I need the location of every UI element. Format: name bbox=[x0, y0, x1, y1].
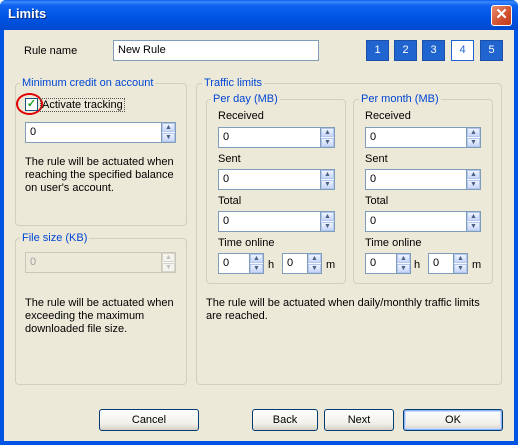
month-minutes-unit: m bbox=[472, 259, 482, 271]
arrow-up-icon[interactable]: ▲ bbox=[397, 254, 410, 263]
minimum-credit-legend: Minimum credit on account bbox=[20, 77, 156, 89]
arrow-up-icon[interactable]: ▲ bbox=[467, 212, 480, 221]
arrow-down-icon[interactable]: ▼ bbox=[467, 138, 480, 147]
month-received-spinner[interactable]: ▲ ▼ bbox=[466, 127, 481, 148]
arrow-up-icon[interactable]: ▲ bbox=[321, 212, 334, 221]
page-3-button[interactable]: 3 bbox=[422, 40, 445, 61]
file-size-legend: File size (KB) bbox=[20, 232, 90, 244]
day-hours-unit: h bbox=[268, 259, 275, 271]
month-sent-input[interactable]: 0 bbox=[365, 169, 467, 190]
ok-button[interactable]: OK bbox=[403, 409, 503, 431]
per-day-legend: Per day (MB) bbox=[211, 93, 280, 105]
file-size-description: The rule will be actuated when exceeding… bbox=[25, 297, 174, 335]
month-received-label: Received bbox=[365, 110, 411, 122]
page-5-button[interactable]: 5 bbox=[480, 40, 503, 61]
traffic-description: The rule will be actuated when daily/mon… bbox=[206, 297, 480, 322]
arrow-down-icon[interactable]: ▼ bbox=[467, 222, 480, 231]
traffic-limits-legend: Traffic limits bbox=[202, 77, 265, 89]
rule-name-label: Rule name bbox=[24, 45, 78, 57]
cancel-button[interactable]: Cancel bbox=[99, 409, 199, 431]
day-total-spinner[interactable]: ▲ ▼ bbox=[320, 211, 335, 232]
day-sent-input[interactable]: 0 bbox=[218, 169, 321, 190]
day-received-label: Received bbox=[218, 110, 264, 122]
day-received-spinner[interactable]: ▲ ▼ bbox=[320, 127, 335, 148]
month-sent-label: Sent bbox=[365, 153, 388, 165]
next-button[interactable]: Next bbox=[324, 409, 394, 431]
month-time-online-label: Time online bbox=[365, 237, 422, 249]
arrow-down-icon[interactable]: ▼ bbox=[250, 264, 263, 273]
arrow-up-icon[interactable]: ▲ bbox=[454, 254, 467, 263]
page-4-button[interactable]: 4 bbox=[451, 40, 474, 61]
rule-name-input[interactable]: New Rule bbox=[113, 40, 319, 61]
back-button[interactable]: Back bbox=[252, 409, 318, 431]
activate-tracking-label[interactable]: Activate tracking bbox=[40, 98, 125, 112]
month-minutes-input[interactable]: 0 bbox=[428, 253, 454, 274]
day-sent-label: Sent bbox=[218, 153, 241, 165]
month-hours-unit: h bbox=[414, 259, 421, 271]
arrow-up-icon[interactable]: ▲ bbox=[467, 128, 480, 137]
arrow-down-icon[interactable]: ▼ bbox=[321, 138, 334, 147]
arrow-up-icon[interactable]: ▲ bbox=[467, 170, 480, 179]
arrow-down-icon[interactable]: ▼ bbox=[321, 222, 334, 231]
month-hours-input[interactable]: 0 bbox=[365, 253, 397, 274]
arrow-down-icon[interactable]: ▼ bbox=[321, 180, 334, 189]
month-total-spinner[interactable]: ▲ ▼ bbox=[466, 211, 481, 232]
month-total-input[interactable]: 0 bbox=[365, 211, 467, 232]
month-received-input[interactable]: 0 bbox=[365, 127, 467, 148]
per-month-legend: Per month (MB) bbox=[359, 93, 441, 105]
min-credit-input[interactable]: 0 bbox=[25, 122, 162, 143]
month-hours-spinner[interactable]: ▲ ▼ bbox=[396, 253, 411, 274]
arrow-down-icon[interactable]: ▼ bbox=[454, 264, 467, 273]
file-size-input: 0 bbox=[25, 252, 162, 273]
day-hours-spinner[interactable]: ▲ ▼ bbox=[249, 253, 264, 274]
min-credit-spinner[interactable]: ▲ ▼ bbox=[161, 122, 176, 143]
activate-tracking-checkbox[interactable]: ✓ bbox=[25, 98, 38, 111]
arrow-down-icon[interactable]: ▼ bbox=[162, 133, 175, 142]
day-sent-spinner[interactable]: ▲ ▼ bbox=[320, 169, 335, 190]
arrow-down-icon: ▼ bbox=[162, 263, 175, 272]
arrow-down-icon[interactable]: ▼ bbox=[467, 180, 480, 189]
min-credit-description: The rule will be actuated when reaching … bbox=[25, 156, 174, 194]
day-minutes-unit: m bbox=[326, 259, 336, 271]
page-2-button[interactable]: 2 bbox=[394, 40, 417, 61]
arrow-up-icon[interactable]: ▲ bbox=[321, 128, 334, 137]
arrow-up-icon: ▲ bbox=[162, 253, 175, 262]
day-hours-input[interactable]: 0 bbox=[218, 253, 250, 274]
month-minutes-spinner[interactable]: ▲ ▼ bbox=[453, 253, 468, 274]
day-total-label: Total bbox=[218, 195, 242, 207]
arrow-up-icon[interactable]: ▲ bbox=[321, 170, 334, 179]
day-total-input[interactable]: 0 bbox=[218, 211, 321, 232]
close-button[interactable]: ✕ bbox=[491, 5, 512, 26]
file-size-spinner: ▲ ▼ bbox=[161, 252, 176, 273]
month-sent-spinner[interactable]: ▲ ▼ bbox=[466, 169, 481, 190]
arrow-up-icon[interactable]: ▲ bbox=[250, 254, 263, 263]
day-received-input[interactable]: 0 bbox=[218, 127, 321, 148]
day-minutes-spinner[interactable]: ▲ ▼ bbox=[307, 253, 322, 274]
title-bar[interactable]: Limits ✕ bbox=[0, 0, 518, 30]
arrow-up-icon[interactable]: ▲ bbox=[162, 123, 175, 132]
window-title: Limits bbox=[8, 6, 47, 21]
day-minutes-input[interactable]: 0 bbox=[282, 253, 308, 274]
arrow-down-icon[interactable]: ▼ bbox=[397, 264, 410, 273]
arrow-up-icon[interactable]: ▲ bbox=[308, 254, 321, 263]
page-1-button[interactable]: 1 bbox=[366, 40, 389, 61]
arrow-down-icon[interactable]: ▼ bbox=[308, 264, 321, 273]
day-time-online-label: Time online bbox=[218, 237, 275, 249]
month-total-label: Total bbox=[365, 195, 389, 207]
